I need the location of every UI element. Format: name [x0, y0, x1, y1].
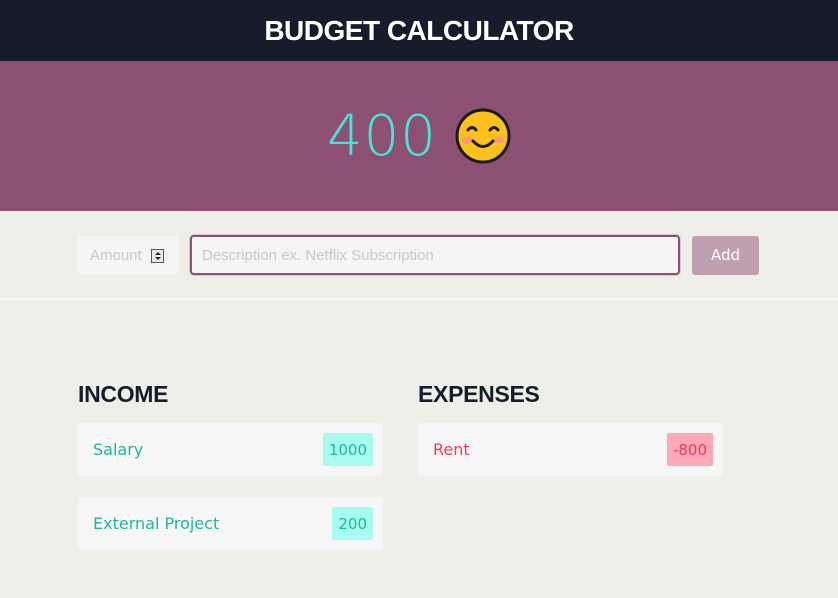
amount-stepper[interactable]	[151, 248, 164, 263]
balance-value: 400	[327, 103, 437, 169]
expenses-column: EXPENSES Rent -800	[418, 380, 723, 497]
balance-panel: 400	[0, 61, 838, 211]
income-column: INCOME Salary 1000 External Project 200	[78, 380, 383, 571]
income-item[interactable]: Salary 1000	[78, 423, 383, 476]
description-field[interactable]	[190, 235, 680, 275]
divider	[0, 298, 838, 300]
add-entry-form: Add	[78, 235, 759, 275]
smiling-face-icon	[455, 108, 511, 164]
expenses-heading: EXPENSES	[418, 381, 540, 407]
amount-input[interactable]	[90, 246, 150, 264]
income-item-value: 200	[332, 507, 373, 540]
app-title: BUDGET CALCULATOR	[264, 14, 574, 46]
income-item-label: Salary	[93, 440, 144, 459]
chevron-down-icon[interactable]	[154, 256, 161, 260]
income-heading: INCOME	[78, 381, 169, 407]
add-button[interactable]: Add	[692, 235, 759, 275]
chevron-up-icon[interactable]	[154, 251, 161, 255]
income-item-label: External Project	[93, 514, 220, 533]
expense-item-label: Rent	[433, 440, 470, 459]
expense-item[interactable]: Rent -800	[418, 423, 723, 476]
app-header: BUDGET CALCULATOR	[0, 0, 838, 61]
income-item-value: 1000	[322, 433, 373, 466]
income-item[interactable]: External Project 200	[78, 497, 383, 550]
expense-item-value: -800	[666, 433, 713, 466]
amount-field[interactable]	[78, 235, 178, 275]
description-input[interactable]	[202, 246, 678, 264]
